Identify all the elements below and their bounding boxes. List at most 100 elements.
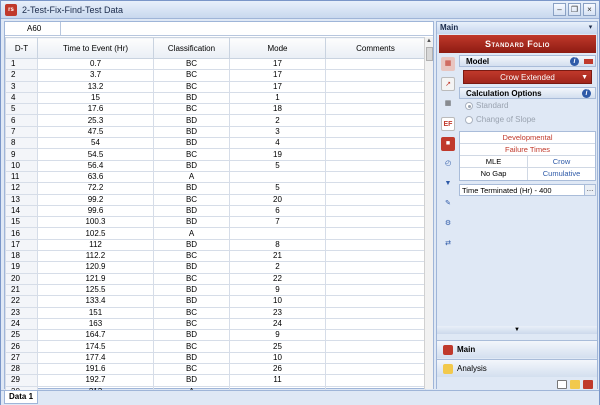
- table-cell[interactable]: 125.5: [37, 283, 154, 297]
- table-cell[interactable]: 9: [229, 283, 326, 297]
- table-cell[interactable]: BD: [153, 295, 230, 308]
- table-cell[interactable]: 192.7: [37, 374, 154, 387]
- table-cell[interactable]: [325, 306, 426, 319]
- collapse-icon[interactable]: [584, 59, 593, 64]
- table-cell[interactable]: 28: [5, 363, 38, 376]
- table-cell[interactable]: BC: [153, 340, 230, 353]
- batch-icon[interactable]: ▦: [441, 97, 455, 111]
- ef-icon[interactable]: EF: [441, 117, 455, 131]
- column-header[interactable]: Mode: [229, 37, 326, 59]
- table-cell[interactable]: 17: [5, 238, 38, 252]
- table-cell[interactable]: BD: [153, 91, 230, 105]
- table-cell[interactable]: 24: [229, 317, 326, 331]
- table-cell[interactable]: [325, 250, 426, 263]
- no-gap-link[interactable]: No Gap: [460, 168, 528, 180]
- table-cell[interactable]: 133.4: [37, 295, 154, 308]
- table-cell[interactable]: [325, 69, 426, 82]
- table-cell[interactable]: 20: [229, 193, 326, 206]
- table-cell[interactable]: 2: [229, 114, 326, 127]
- table-cell[interactable]: 54.5: [37, 148, 154, 161]
- table-cell[interactable]: 7: [5, 125, 38, 139]
- table-cell[interactable]: [325, 351, 426, 365]
- table-cell[interactable]: 72.2: [37, 182, 154, 195]
- table-cell[interactable]: 5: [5, 103, 38, 116]
- table-cell[interactable]: [325, 317, 426, 331]
- table-cell[interactable]: 7: [229, 216, 326, 229]
- table-cell[interactable]: 19: [229, 148, 326, 161]
- edit-icon[interactable]: ✎: [441, 197, 455, 211]
- table-cell[interactable]: [325, 227, 426, 240]
- table-cell[interactable]: BC: [153, 103, 230, 116]
- table-cell[interactable]: [325, 170, 426, 184]
- table-cell[interactable]: BD: [153, 137, 230, 150]
- table-cell[interactable]: [325, 159, 426, 172]
- table-cell[interactable]: 6: [5, 114, 38, 127]
- table-cell[interactable]: BD: [153, 374, 230, 387]
- cumulative-link[interactable]: Cumulative: [528, 168, 595, 180]
- table-cell[interactable]: [325, 261, 426, 274]
- table-cell[interactable]: 22: [229, 272, 326, 285]
- table-cell[interactable]: BD: [153, 238, 230, 252]
- table-cell[interactable]: 23: [5, 306, 38, 319]
- table-cell[interactable]: [325, 238, 426, 252]
- table-cell[interactable]: BC: [153, 148, 230, 161]
- table-cell[interactable]: 27: [5, 351, 38, 365]
- table-cell[interactable]: BD: [153, 159, 230, 172]
- cell-reference[interactable]: A60: [5, 22, 61, 36]
- table-cell[interactable]: 19: [5, 261, 38, 274]
- table-cell[interactable]: 10: [229, 295, 326, 308]
- column-header[interactable]: Comments: [325, 37, 426, 59]
- minimize-panel-icon[interactable]: [583, 379, 593, 389]
- tools-icon[interactable]: [570, 379, 580, 389]
- table-cell[interactable]: 4: [5, 91, 38, 105]
- table-cell[interactable]: 15: [5, 216, 38, 229]
- table-cell[interactable]: 1: [5, 57, 38, 71]
- termination-field[interactable]: Time Terminated (Hr) - 400 …: [459, 184, 596, 196]
- list-view-icon[interactable]: [557, 379, 567, 389]
- table-cell[interactable]: 4: [229, 137, 326, 150]
- table-cell[interactable]: BD: [153, 351, 230, 365]
- table-cell[interactable]: 21: [5, 283, 38, 297]
- table-cell[interactable]: [325, 57, 426, 71]
- table-cell[interactable]: [325, 374, 426, 387]
- table-cell[interactable]: 24: [5, 317, 38, 331]
- table-cell[interactable]: [229, 170, 326, 184]
- table-cell[interactable]: 100.3: [37, 216, 154, 229]
- table-cell[interactable]: 2: [5, 69, 38, 82]
- table-cell[interactable]: [325, 295, 426, 308]
- table-cell[interactable]: BC: [153, 363, 230, 376]
- plot-icon[interactable]: ↗: [441, 77, 455, 91]
- table-cell[interactable]: 151: [37, 306, 154, 319]
- table-cell[interactable]: 9: [229, 329, 326, 342]
- panel-expand-icon[interactable]: ▼: [437, 326, 597, 334]
- table-cell[interactable]: [325, 114, 426, 127]
- table-cell[interactable]: [325, 204, 426, 218]
- scroll-thumb[interactable]: [426, 47, 433, 61]
- column-header[interactable]: Time to Event (Hr): [37, 37, 154, 59]
- table-cell[interactable]: 17.6: [37, 103, 154, 116]
- developmental-link[interactable]: Developmental: [460, 132, 595, 143]
- calc-info-icon[interactable]: i: [582, 89, 591, 98]
- table-cell[interactable]: 5: [229, 159, 326, 172]
- table-cell[interactable]: [325, 91, 426, 105]
- table-cell[interactable]: 2: [229, 261, 326, 274]
- table-cell[interactable]: BD: [153, 283, 230, 297]
- mle-link[interactable]: MLE: [460, 156, 528, 167]
- table-cell[interactable]: BC: [153, 193, 230, 206]
- filter-icon[interactable]: ▼: [441, 177, 455, 191]
- table-cell[interactable]: A: [153, 170, 230, 184]
- table-cell[interactable]: 3: [229, 125, 326, 139]
- table-cell[interactable]: 54: [37, 137, 154, 150]
- table-cell[interactable]: BD: [153, 114, 230, 127]
- table-cell[interactable]: 6: [229, 204, 326, 218]
- table-cell[interactable]: 164.7: [37, 329, 154, 342]
- table-cell[interactable]: BD: [153, 216, 230, 229]
- table-cell[interactable]: BD: [153, 261, 230, 274]
- table-cell[interactable]: [325, 80, 426, 93]
- table-cell[interactable]: 18: [229, 103, 326, 116]
- close-button[interactable]: ×: [583, 3, 596, 16]
- table-cell[interactable]: 29: [5, 374, 38, 387]
- radio-change-of-slope[interactable]: Change of Slope: [459, 113, 596, 127]
- table-cell[interactable]: BC: [153, 250, 230, 263]
- table-cell[interactable]: 112.2: [37, 250, 154, 263]
